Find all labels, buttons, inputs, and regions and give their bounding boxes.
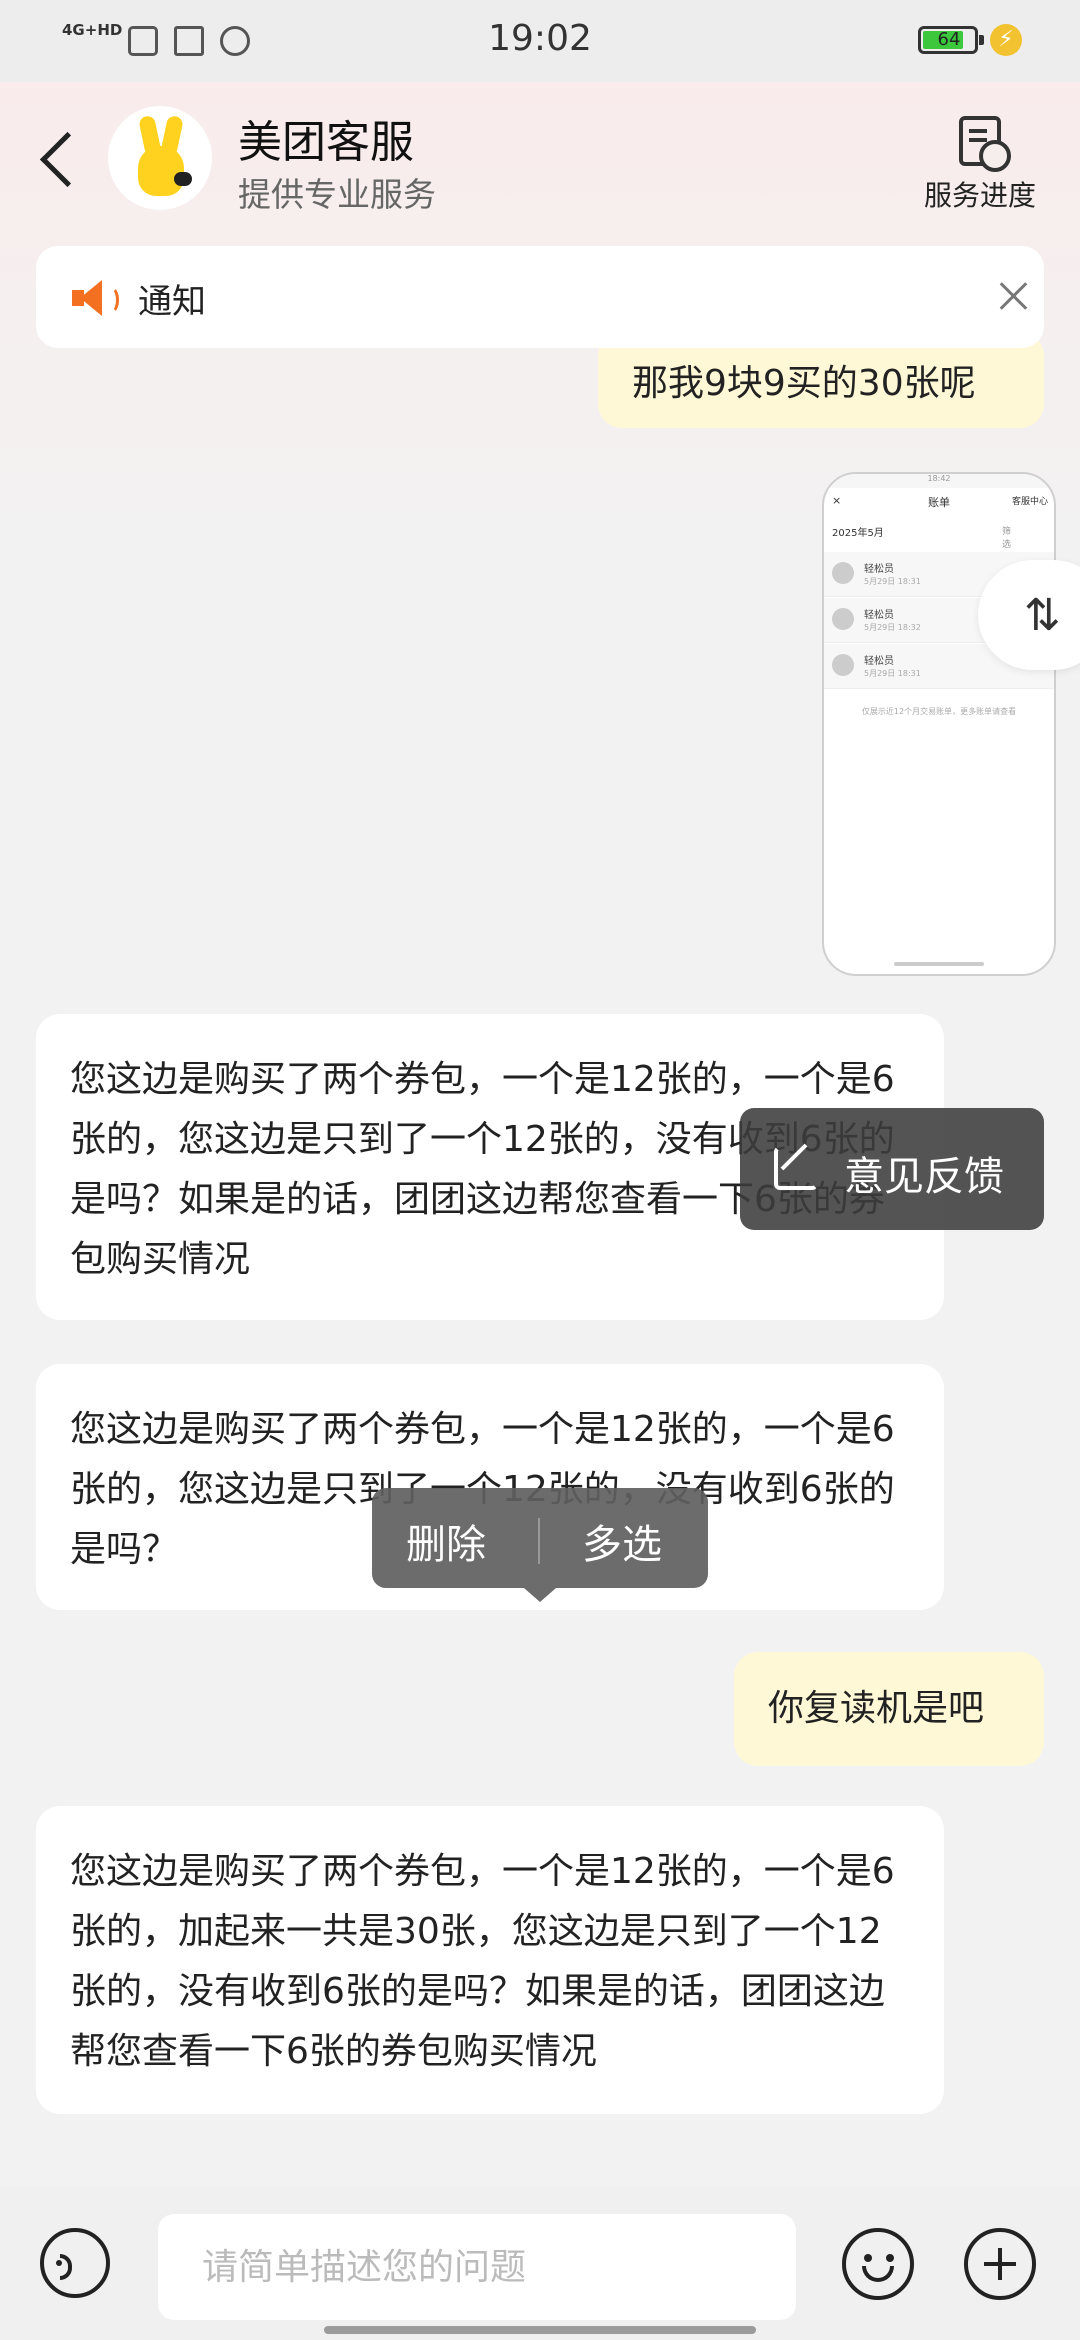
scroll-toggle-button[interactable]: ⇅ xyxy=(978,560,1080,670)
context-menu: 删除 多选 xyxy=(372,1488,708,1602)
voice-icon[interactable] xyxy=(40,2228,110,2298)
chat-header: 美团客服 提供专业服务 服务进度 xyxy=(0,82,1080,242)
back-button[interactable] xyxy=(36,130,76,190)
avatar[interactable] xyxy=(108,106,212,210)
menu-pointer xyxy=(524,1588,556,1602)
service-progress-button[interactable]: 服务进度 xyxy=(910,116,1050,214)
notice-label: 通知 xyxy=(138,282,206,322)
delete-menu-item[interactable]: 删除 xyxy=(406,1512,486,1570)
agent-message[interactable]: 您这边是购买了两个券包，一个是12张的，一个是6张的，加起来一共是30张，您这边… xyxy=(36,1806,944,2114)
battery-icon: 64 xyxy=(918,26,984,54)
thumb-footer: 仅展示近12个月交易账单，更多账单请查看 xyxy=(861,707,1017,716)
thumb-row-name: 轻松员 xyxy=(864,656,894,667)
swap-arrows-icon: ⇅ xyxy=(1024,590,1061,641)
status-bar: 4G+HD 19:02 64 ⚡ xyxy=(0,0,1080,82)
thumb-right-link: 客服中心 xyxy=(1011,497,1048,507)
home-indicator[interactable] xyxy=(324,2326,756,2334)
thumb-row-name: 轻松员 xyxy=(864,564,894,575)
thumb-row-date: 5月29日 18:31 xyxy=(864,669,921,678)
input-bar xyxy=(0,2186,1080,2340)
edit-icon xyxy=(774,1146,818,1190)
charging-icon: ⚡ xyxy=(990,24,1022,56)
notice-bar[interactable]: 通知 xyxy=(36,246,1044,348)
thumb-status-time: 18:42 xyxy=(824,474,1054,488)
close-icon[interactable] xyxy=(994,276,1034,316)
thumb-row-date: 5月29日 18:32 xyxy=(864,623,921,632)
battery-level: 64 xyxy=(937,29,961,50)
sent-screenshot-image[interactable]: 18:42 × 账单 客服中心 2025年5月 筛选 轻松员 5月29日 18:… xyxy=(822,472,1056,976)
document-clock-icon xyxy=(959,116,1011,172)
thumb-filter: 筛选 xyxy=(1002,527,1012,550)
menu-divider xyxy=(538,1518,540,1564)
message-text: 你复读机是吧 xyxy=(768,1688,985,1729)
feedback-label: 意见反馈 xyxy=(844,1154,1004,1200)
emoji-icon[interactable] xyxy=(842,2228,914,2300)
thumb-row-name: 轻松员 xyxy=(864,610,894,621)
service-progress-label: 服务进度 xyxy=(923,179,1036,212)
speaker-icon xyxy=(72,278,119,318)
multi-select-menu-item[interactable]: 多选 xyxy=(582,1512,662,1570)
page-title: 美团客服 xyxy=(238,117,414,168)
message-input[interactable] xyxy=(158,2214,796,2320)
thumb-row-date: 5月29日 18:31 xyxy=(864,577,921,586)
message-text: 您这边是购买了两个券包，一个是12张的，一个是6张的，加起来一共是30张，您这边… xyxy=(70,1851,895,2072)
plus-icon[interactable] xyxy=(964,2228,1036,2300)
message-text: 那我9块9买的30张呢 xyxy=(632,363,976,404)
page-subtitle: 提供专业服务 xyxy=(238,175,436,214)
thumb-month: 2025年5月 xyxy=(832,528,884,539)
user-message[interactable]: 你复读机是吧 xyxy=(734,1652,1044,1766)
feedback-popup[interactable]: 意见反馈 xyxy=(740,1108,1044,1230)
